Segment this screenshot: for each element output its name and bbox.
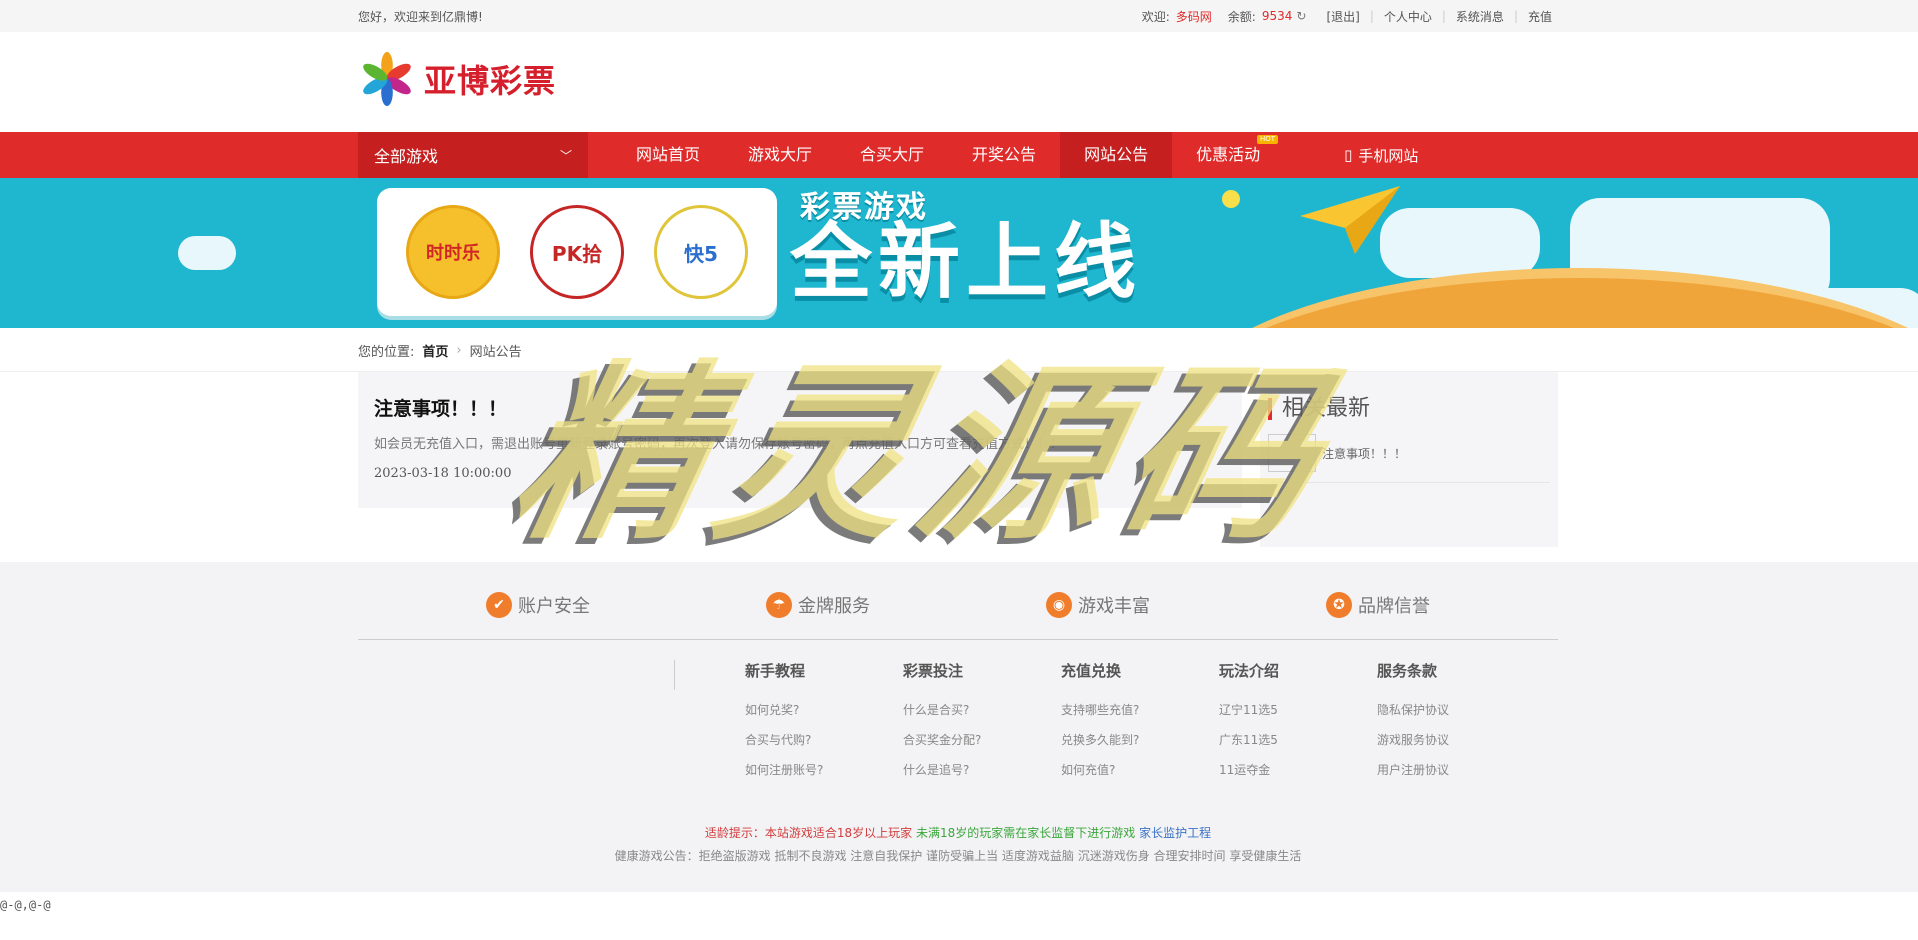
header: 亚博彩票 [0,32,1918,132]
site-logo[interactable]: 亚博彩票 [358,50,556,108]
latest-item[interactable]: 注意事项！！！ [1268,434,1550,483]
breadcrumb-current: 网站公告 [469,344,522,360]
footer-link[interactable]: 11运夺金 [1219,761,1377,778]
divider [674,660,675,690]
balance-label: 余额: [1227,9,1256,24]
divider: | [1441,9,1446,23]
nav-item-announcements[interactable]: 网站公告 [1060,132,1173,178]
footer-link[interactable]: 合买与代购? [745,731,903,748]
age-tip: 适龄提示：本站游戏适合18岁以上玩家 [704,826,913,840]
feature-account-security: ✔ 账户安全 [486,592,590,639]
paper-plane-icon [1300,186,1400,254]
breadcrumb: 您的位置: 首页 › 网站公告 [0,328,1918,372]
feature-strip: ✔ 账户安全 ☂ 金牌服务 ◉ 游戏丰富 ✪ 品牌信誉 [358,592,1558,640]
all-games-label: 全部游戏 [374,147,439,166]
nav-item-promotions-label: 优惠活动 [1196,145,1261,164]
feature-rich-games: ◉ 游戏丰富 [1046,592,1150,639]
greeting-text: 您好，欢迎来到亿鼎博! [358,9,483,24]
footer-link[interactable]: 游戏服务协议 [1377,731,1535,748]
gamepad-icon: ◉ [1046,592,1072,618]
footer-link[interactable]: 如何兑奖? [745,701,903,718]
notice-body: 如会员无充值入口，需退出账号重新登录账号密码，再次登入请勿保存账号密码，再点充值… [374,437,1064,452]
footer-link[interactable]: 如何注册账号? [745,761,903,778]
footer-link[interactable]: 用户注册协议 [1377,761,1535,778]
cloud-decoration [1380,208,1540,278]
promo-banner[interactable]: 时时乐 PK拾 快5 彩票游戏 全新上线 [0,178,1918,328]
nav-item-game-hall[interactable]: 游戏大厅 [724,132,836,178]
notice-article: 注意事项！！！ 如会员无充值入口，需退出账号重新登录账号密码，再次登入请勿保存账… [358,372,1242,508]
notice-date: 2023-03-18 10:00:00 [374,466,512,481]
footer-links: 新手教程 如何兑奖? 合买与代购? 如何注册账号? 彩票投注 什么是合买? 合买… [358,660,1558,810]
umbrella-icon: ☂ [766,592,792,618]
hot-badge: HOT [1257,135,1279,144]
cloud-decoration [178,236,236,270]
footer-link[interactable]: 什么是合买? [903,701,1061,718]
footer-link[interactable]: 广东11选5 [1219,731,1377,748]
nav-item-home[interactable]: 网站首页 [612,132,724,178]
lottery-logo-k5: 快5 [654,205,748,299]
latest-item-label: 注意事项！！！ [1322,446,1407,461]
all-games-dropdown[interactable]: 全部游戏 ﹀ [358,132,588,178]
footer-col-recharge: 充值兑换 支持哪些充值? 兑换多久能到? 如何充值? [1061,660,1219,810]
breadcrumb-label: 您的位置: [358,344,415,360]
footer-link[interactable]: 隐私保护协议 [1377,701,1535,718]
nav-item-draw-results[interactable]: 开奖公告 [948,132,1060,178]
chevron-right-icon: › [456,342,462,358]
balance-value: 9534 [1261,9,1293,23]
lottery-logo-pk10: PK拾 [530,205,624,299]
age-tips: 适龄提示：本站游戏适合18岁以上玩家 未满18岁的玩家需在家长监督下进行游戏 家… [358,824,1558,841]
footer: ✔ 账户安全 ☂ 金牌服务 ◉ 游戏丰富 ✪ 品牌信誉 新手教程 如何兑奖? 合… [0,562,1918,892]
logo-flower-icon [363,51,411,107]
breadcrumb-home[interactable]: 首页 [422,341,448,360]
footer-col-betting: 彩票投注 什么是合买? 合买奖金分配? 什么是追号? [903,660,1061,810]
bottom-text: @-@,@-@ [0,898,51,912]
footer-col-terms: 服务条款 隐私保护协议 游戏服务协议 用户注册协议 [1377,660,1535,810]
footer-link[interactable]: 辽宁11选5 [1219,701,1377,718]
main-content: 注意事项！！！ 如会员无充值入口，需退出账号重新登录账号密码，再次登入请勿保存账… [0,372,1918,562]
dot-decoration [1222,190,1240,208]
logo-text: 亚博彩票 [424,62,557,100]
recharge-link[interactable]: 充值 [1522,8,1558,25]
feature-gold-service: ☂ 金牌服务 [766,592,870,639]
logout-link[interactable]: [退出] [1312,8,1365,25]
chevron-down-icon: ﹀ [559,148,572,163]
personal-center-link[interactable]: 个人中心 [1378,8,1438,25]
mobile-site-label: 手机网站 [1358,146,1419,165]
badge-icon: ✪ [1326,592,1352,618]
banner-headline: 全新上线 [790,215,1143,310]
divider: | [1369,9,1374,23]
footer-link[interactable]: 什么是追号? [903,761,1061,778]
parent-link[interactable]: 家长监护工程 [1139,826,1211,840]
mobile-site-link[interactable]: ▯ 手机网站 [1344,145,1418,166]
nav-item-group-buy[interactable]: 合买大厅 [836,132,948,178]
minor-tip: 未满18岁的玩家需在家长监督下进行游戏 [915,826,1136,840]
nav-item-promotions[interactable]: 优惠活动 HOT [1172,132,1284,178]
lottery-logo-ssc: 时时乐 [406,205,500,299]
related-latest-title: 相关最新 [1268,398,1550,420]
notice-title: 注意事项！！！ [374,398,508,420]
user-bar: 欢迎: 多码网 余额: 9534 ↻ [退出] | 个人中心 | 系统消息 | … [1136,8,1558,25]
health-notice: 健康游戏公告：拒绝盗版游戏 抵制不良游戏 注意自我保护 谨防受骗上当 适度游戏益… [614,849,1302,863]
image-placeholder-icon [1268,434,1316,472]
footer-link[interactable]: 支持哪些充值? [1061,701,1219,718]
footer-link[interactable]: 合买奖金分配? [903,731,1061,748]
footer-link[interactable]: 如何充值? [1061,761,1219,778]
main-nav: 全部游戏 ﹀ 网站首页 游戏大厅 合买大厅 开奖公告 网站公告 优惠活动 HOT… [0,132,1918,178]
related-latest-panel: 相关最新 注意事项！！！ [1260,372,1558,547]
welcome-label: 欢迎: [1141,9,1170,24]
messages-link[interactable]: 系统消息 [1450,8,1510,25]
feature-brand-reputation: ✪ 品牌信誉 [1326,592,1430,639]
footer-link[interactable]: 兑换多久能到? [1061,731,1219,748]
refresh-icon[interactable]: ↻ [1292,9,1312,23]
phone-icon: ▯ [1344,146,1353,164]
divider: | [1513,9,1518,23]
footer-col-gameplay: 玩法介绍 辽宁11选5 广东11选5 11运夺金 [1219,660,1377,810]
username[interactable]: 多码网 [1176,8,1218,25]
shield-icon: ✔ [486,592,512,618]
footer-col-tutorial: 新手教程 如何兑奖? 合买与代购? 如何注册账号? [745,660,903,810]
lottery-logos-panel: 时时乐 PK拾 快5 [377,188,777,316]
top-bar: 您好，欢迎来到亿鼎博! 欢迎: 多码网 余额: 9534 ↻ [退出] | 个人… [0,0,1918,32]
